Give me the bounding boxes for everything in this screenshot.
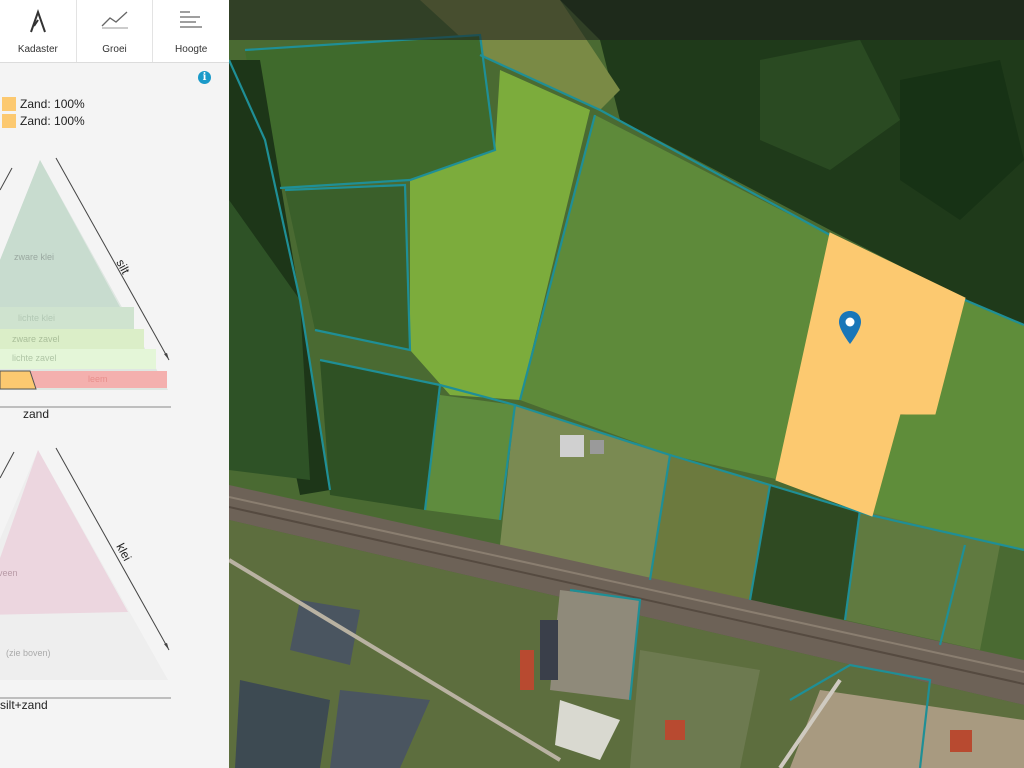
zone-label: lichte zavel	[12, 353, 57, 363]
map-top-bar	[229, 0, 1024, 40]
tab-hoogte[interactable]: Hoogte	[153, 0, 229, 62]
zone-label: veen	[0, 568, 18, 578]
tab-groei-label: Groei	[102, 44, 127, 55]
legend-text: Zand: 100%	[20, 97, 85, 111]
zone-label: zware klei	[14, 252, 54, 262]
satellite-map[interactable]	[229, 0, 1024, 768]
axis-label-silt: silt	[113, 257, 133, 277]
map-canvas[interactable]	[229, 0, 1024, 768]
zone-zware-klei	[0, 160, 120, 310]
zand-swatch	[2, 114, 16, 128]
kadaster-icon	[29, 8, 46, 33]
axis-label-silt-zand: silt+zand	[0, 698, 48, 712]
zone-label: zware zavel	[12, 334, 60, 344]
zand-swatch	[2, 97, 16, 111]
soil-triangle-2: veen (zie boven) klei	[0, 447, 171, 699]
location-pin-icon[interactable]	[837, 310, 863, 346]
zone-label: lichte klei	[18, 313, 55, 323]
axis-label-zand: zand	[23, 407, 50, 421]
toolbar: Kadaster Groei Hoogte	[0, 0, 229, 63]
zone-label: (zie boven)	[6, 648, 51, 658]
field	[320, 360, 440, 510]
selected-sample-marker	[0, 370, 37, 390]
height-lines-icon	[180, 11, 203, 28]
tab-kadaster[interactable]: Kadaster	[0, 0, 77, 62]
growth-chart-icon	[101, 11, 128, 29]
tab-groei[interactable]: Groei	[77, 0, 154, 62]
zone-veen	[0, 450, 128, 615]
tab-hoogte-label: Hoogte	[175, 44, 208, 55]
zone-label: leem	[88, 374, 108, 384]
info-icon[interactable]: i	[198, 71, 211, 84]
soil-triangle-1: zware klei lichte klei zware zavel licht…	[0, 157, 171, 408]
legend-text: Zand: 100%	[20, 114, 85, 128]
side-panel: Kadaster Groei Hoogte i Zand: 100% Zand:…	[0, 0, 230, 768]
axis-label-klei: klei	[113, 541, 134, 563]
tab-kadaster-label: Kadaster	[17, 44, 58, 55]
